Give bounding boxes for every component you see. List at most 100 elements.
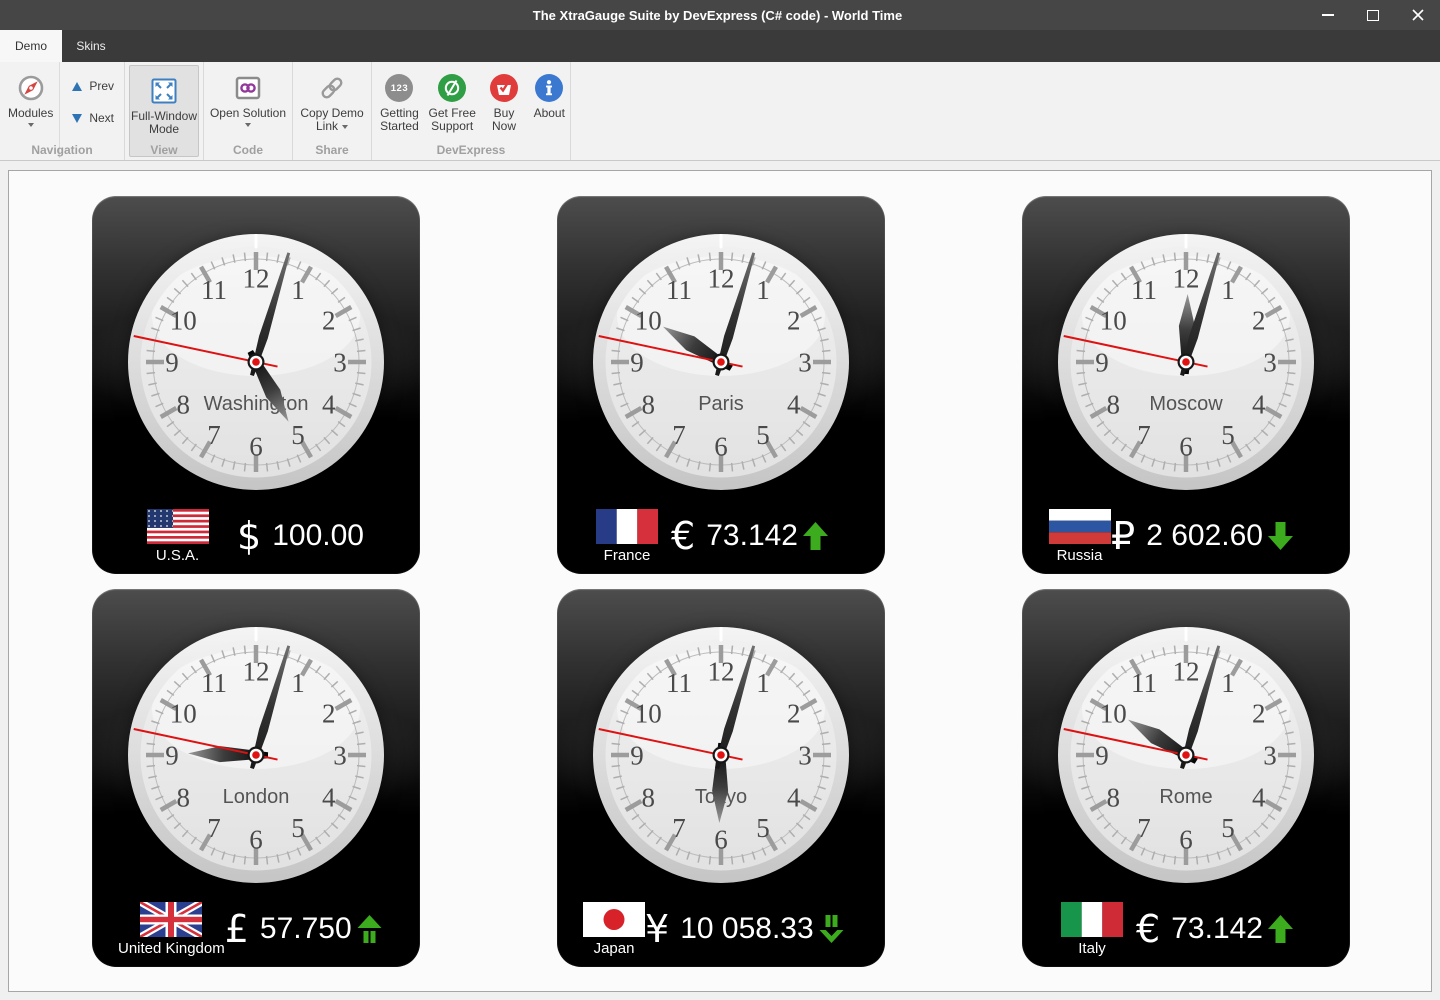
minimize-icon: [1322, 14, 1334, 16]
currency-symbol: ₽: [1111, 517, 1135, 555]
trend-down-icon: [1267, 521, 1294, 551]
svg-text:5: 5: [291, 813, 305, 843]
city-card-rome: 123456789101112 Rome Italy: [1022, 589, 1350, 967]
svg-text:2: 2: [787, 699, 801, 729]
city-card-washington: 123456789101112 Washington: [92, 196, 420, 574]
svg-text:1: 1: [756, 275, 770, 305]
svg-text:5: 5: [291, 420, 305, 450]
svg-text:1: 1: [291, 275, 305, 305]
ribbon-group-devexpress: 123 Getting Started Get Free Support: [372, 62, 571, 160]
ribbon-group-navigation: Modules Prev Next Navigation: [0, 62, 125, 160]
svg-text:10: 10: [170, 699, 197, 729]
svg-text:3: 3: [1263, 741, 1277, 771]
flag-russia-icon: [1049, 509, 1111, 544]
minimize-button[interactable]: [1305, 0, 1350, 30]
svg-text:6: 6: [1179, 432, 1193, 462]
svg-text:7: 7: [207, 813, 221, 843]
analog-clock: 123456789101112 Rome: [1056, 625, 1316, 885]
country-block: U.S.A.: [118, 509, 237, 564]
svg-text:5: 5: [1221, 813, 1235, 843]
svg-text:9: 9: [165, 741, 179, 771]
window-title: The XtraGauge Suite by DevExpress (C# co…: [0, 8, 1305, 23]
svg-text:1: 1: [756, 668, 770, 698]
svg-text:5: 5: [756, 813, 770, 843]
open-solution-button[interactable]: Open Solution: [208, 62, 288, 148]
svg-text:4: 4: [322, 390, 336, 420]
svg-text:11: 11: [666, 668, 692, 698]
svg-text:Rome: Rome: [1159, 786, 1212, 808]
svg-text:7: 7: [672, 813, 686, 843]
svg-text:7: 7: [1137, 420, 1151, 450]
analog-clock: 123456789101112 Washington: [126, 232, 386, 492]
city-card-london: 123456789101112 London: [92, 589, 420, 967]
svg-text:5: 5: [756, 420, 770, 450]
tab-demo[interactable]: Demo: [0, 30, 62, 62]
svg-text:3: 3: [1263, 348, 1277, 378]
country-label: Russia: [1057, 547, 1103, 564]
modules-button[interactable]: Modules: [2, 62, 59, 148]
svg-text:1: 1: [1221, 668, 1235, 698]
svg-text:3: 3: [333, 348, 347, 378]
currency-value: 73.142: [1171, 912, 1263, 946]
svg-text:6: 6: [249, 432, 263, 462]
flag-uk-icon: [140, 902, 202, 937]
svg-text:9: 9: [165, 348, 179, 378]
svg-text:London: London: [223, 786, 290, 808]
svg-text:4: 4: [787, 783, 801, 813]
country-block: Italy: [1048, 902, 1136, 957]
svg-text:8: 8: [1107, 390, 1121, 420]
currency-value: 73.142: [706, 519, 798, 553]
svg-text:11: 11: [1131, 275, 1157, 305]
currency-value: 57.750: [260, 912, 352, 946]
support-icon: [438, 74, 466, 102]
svg-text:8: 8: [642, 390, 656, 420]
currency-value: 2 602.60: [1146, 519, 1263, 553]
maximize-button[interactable]: [1350, 0, 1395, 30]
svg-text:6: 6: [249, 825, 263, 855]
svg-text:8: 8: [1107, 783, 1121, 813]
svg-text:4: 4: [1252, 783, 1266, 813]
copy-demo-link-button[interactable]: Copy Demo Link: [296, 62, 368, 148]
about-button[interactable]: About: [529, 62, 570, 148]
buy-now-button[interactable]: Buy Now: [480, 62, 529, 148]
svg-text:1: 1: [1221, 275, 1235, 305]
country-block: Japan: [583, 902, 645, 957]
flag-japan-icon: [583, 902, 645, 937]
get-free-support-button[interactable]: Get Free Support: [425, 62, 480, 148]
close-button[interactable]: [1395, 0, 1440, 30]
link-icon: [317, 73, 347, 103]
getting-started-button[interactable]: 123 Getting Started: [374, 62, 425, 148]
maximize-icon: [1367, 10, 1379, 21]
full-window-mode-button[interactable]: Full-Window Mode: [129, 65, 199, 157]
titlebar: The XtraGauge Suite by DevExpress (C# co…: [0, 0, 1440, 30]
svg-text:4: 4: [322, 783, 336, 813]
window-controls: [1305, 0, 1440, 30]
svg-text:2: 2: [1252, 699, 1266, 729]
svg-text:7: 7: [672, 420, 686, 450]
flag-usa-icon: [147, 509, 209, 544]
svg-text:3: 3: [798, 348, 812, 378]
country-label: U.S.A.: [156, 547, 199, 564]
currency-symbol: €: [671, 517, 695, 555]
svg-text:9: 9: [630, 741, 644, 771]
analog-clock: 123456789101112 Tokyo: [591, 625, 851, 885]
tab-skins[interactable]: Skins: [62, 30, 120, 62]
next-icon: [72, 114, 82, 123]
svg-text:10: 10: [635, 699, 662, 729]
dropdown-caret-icon: [342, 125, 348, 129]
dropdown-caret-icon: [245, 123, 251, 127]
currency-block: ₽ 2 602.60: [1111, 517, 1330, 555]
currency-value: 100.00: [272, 519, 364, 553]
svg-text:10: 10: [1100, 699, 1127, 729]
currency-block: $ 100.00: [237, 517, 400, 555]
prev-button[interactable]: Prev: [68, 74, 118, 98]
currency-block: £ 57.750: [225, 910, 419, 948]
svg-text:8: 8: [642, 783, 656, 813]
svg-text:11: 11: [201, 275, 227, 305]
next-button[interactable]: Next: [68, 106, 118, 130]
prev-icon: [72, 82, 82, 91]
svg-text:12: 12: [708, 657, 735, 687]
trend-strong-up-icon: [356, 914, 383, 944]
visual-studio-icon: [233, 73, 263, 103]
ribbon-tabstrip: Demo Skins: [0, 30, 1440, 62]
